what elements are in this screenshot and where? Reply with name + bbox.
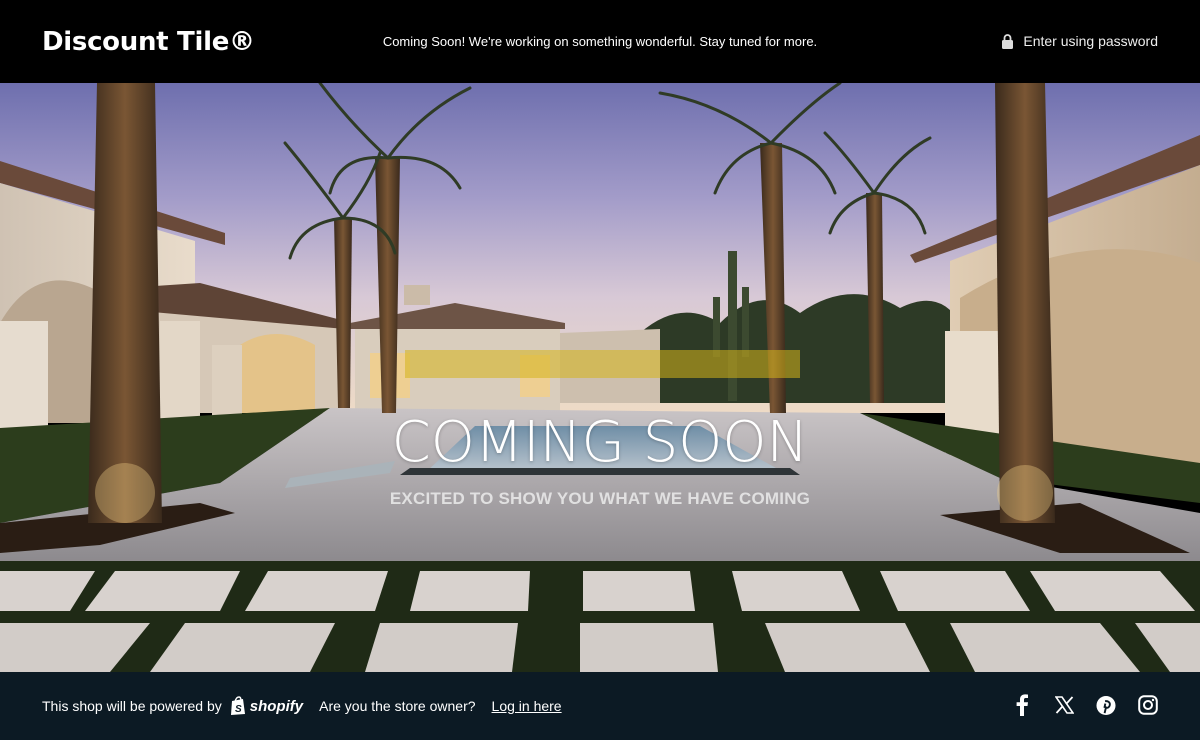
enter-password-link[interactable]: Enter using password [1001, 33, 1158, 49]
social-links [1012, 694, 1158, 716]
powered-by: This shop will be powered by S shopify A… [42, 696, 562, 716]
shopify-wordmark: shopify [249, 697, 304, 715]
store-owner-question: Are you the store owner? [319, 698, 476, 714]
lock-icon [1002, 33, 1014, 49]
site-header: Discount Tile® Coming Soon! We're workin… [0, 0, 1200, 83]
hero-banner: COMING SOON EXCITED TO SHOW YOU WHAT WE … [0, 83, 1200, 672]
instagram-icon[interactable] [1138, 694, 1158, 716]
brand-name[interactable]: Discount Tile® [42, 27, 255, 57]
hero-title: COMING SOON [391, 410, 809, 475]
hero-subtitle: EXCITED TO SHOW YOU WHAT WE HAVE COMING [389, 489, 811, 508]
svg-text:S: S [235, 704, 242, 715]
login-link[interactable]: Log in here [492, 698, 562, 714]
powered-by-text: This shop will be powered by [42, 698, 222, 714]
enter-password-label: Enter using password [1023, 33, 1158, 49]
facebook-icon[interactable] [1012, 694, 1032, 716]
hero-background-image [0, 83, 1200, 672]
shopify-logo[interactable]: S shopify [230, 696, 303, 716]
shopify-bag-icon: S [230, 696, 245, 715]
site-footer: This shop will be powered by S shopify A… [0, 672, 1200, 740]
x-icon[interactable] [1054, 694, 1074, 716]
pinterest-icon[interactable] [1096, 694, 1116, 716]
